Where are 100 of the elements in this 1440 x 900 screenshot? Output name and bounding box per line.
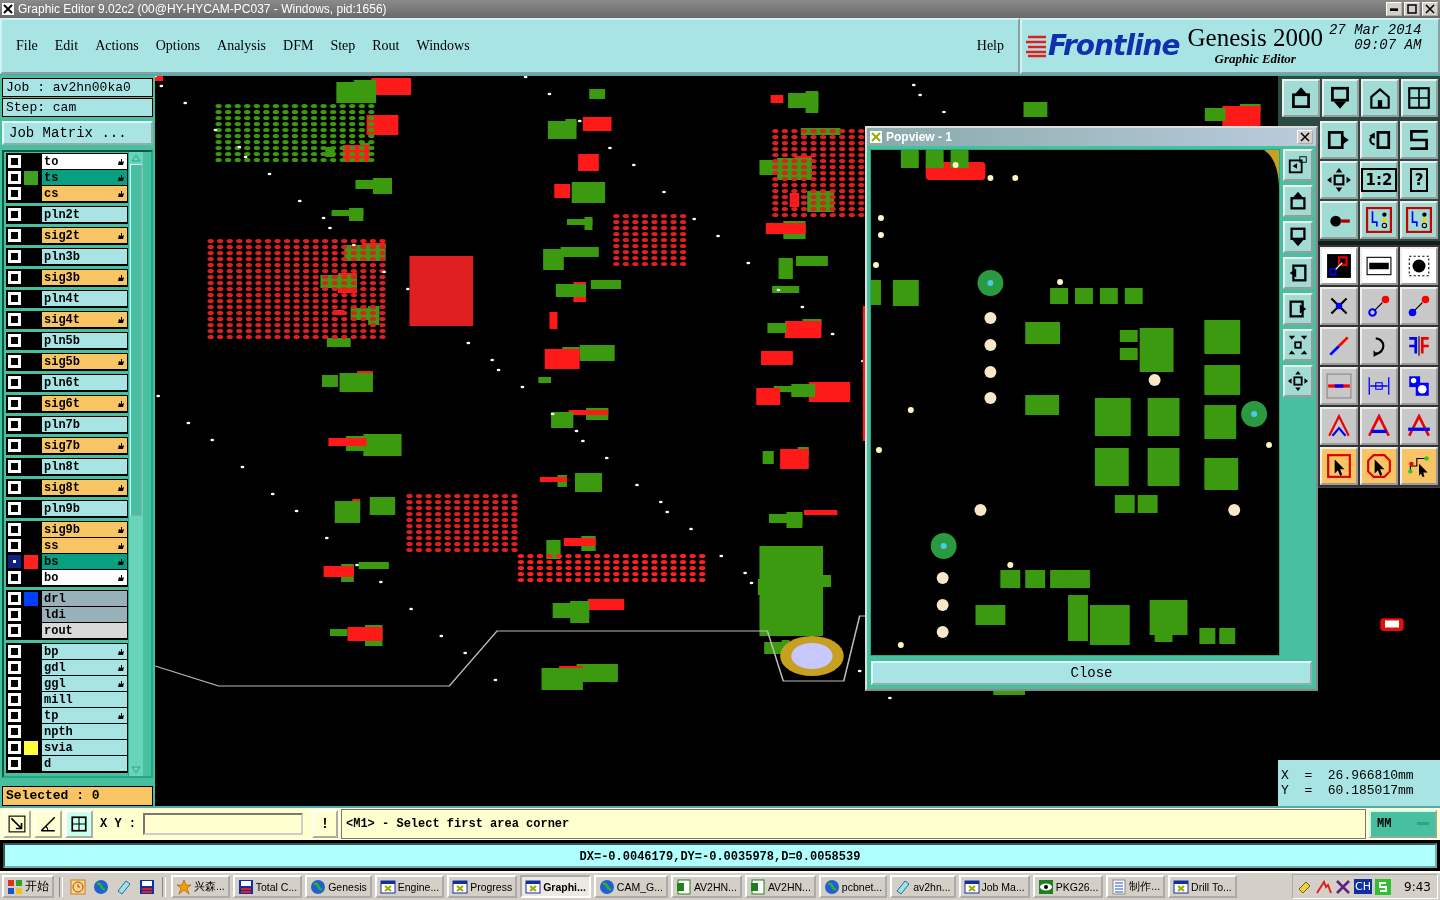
clock-icon[interactable] <box>70 878 86 895</box>
layer-name[interactable]: sig2t <box>42 228 127 244</box>
taskbar-button[interactable]: Engine... <box>374 875 445 899</box>
menu-item[interactable]: Analysis <box>217 37 267 54</box>
toolbar-button[interactable] <box>1320 446 1358 485</box>
layer-name[interactable]: pln3b <box>42 249 127 265</box>
layer-name[interactable]: ldi <box>42 607 127 623</box>
toolbar-button[interactable] <box>1360 366 1398 405</box>
layer-name[interactable]: ts <box>42 170 127 186</box>
toolbar-button[interactable]: 1:2 <box>1360 160 1398 199</box>
toolbar-button[interactable] <box>1283 256 1313 289</box>
toolbar-button[interactable] <box>1400 406 1438 445</box>
layer-name[interactable]: bo <box>42 570 127 586</box>
layer-name[interactable]: pln4t <box>42 291 127 307</box>
close-button[interactable] <box>1297 129 1313 144</box>
toolbar-button[interactable] <box>1400 200 1438 239</box>
taskbar-button[interactable]: PKG26... <box>1032 875 1104 899</box>
layer-name[interactable]: sig3b <box>42 270 127 286</box>
toolbar-button[interactable] <box>1283 328 1313 361</box>
taskbar-button[interactable]: pcbnet... <box>818 875 888 899</box>
layer-name[interactable]: sig7b <box>42 438 127 454</box>
layer-name[interactable]: sig6t <box>42 396 127 412</box>
coordinate-input[interactable] <box>143 813 303 836</box>
taskbar-button[interactable]: Job Ma... <box>958 875 1030 899</box>
toolbar-button[interactable] <box>1360 120 1398 159</box>
taskbar-button[interactable]: Total C... <box>232 875 303 899</box>
taskbar-button[interactable]: Graphi... <box>520 875 591 899</box>
menu-item[interactable]: File <box>16 37 38 54</box>
layer-name[interactable]: drl <box>42 591 127 607</box>
layer-name[interactable]: cs <box>42 186 127 202</box>
layer-name[interactable]: bp <box>42 644 127 660</box>
layer-name[interactable]: pln8t <box>42 459 127 475</box>
toolbar-button[interactable] <box>1320 406 1358 445</box>
toolbar-button[interactable] <box>1360 246 1398 285</box>
toolbar-button[interactable] <box>1283 292 1313 325</box>
layer-name[interactable]: sig9b <box>42 522 127 538</box>
layer-name[interactable]: pln5b <box>42 333 127 349</box>
taskbar-button[interactable]: AV2HN... <box>670 875 742 899</box>
toolbar-button[interactable] <box>1360 326 1398 365</box>
layer-name[interactable]: ss <box>42 538 127 554</box>
menu-item[interactable]: Options <box>155 37 201 54</box>
toolbar-button[interactable] <box>1400 78 1438 117</box>
toolbar-button[interactable] <box>1320 120 1358 159</box>
toolbar-button[interactable] <box>1321 78 1359 117</box>
layer-name[interactable]: rout <box>42 623 127 639</box>
layer-name[interactable]: d <box>42 756 127 772</box>
menu-item[interactable]: Rout <box>372 37 400 54</box>
start-button[interactable]: 开始 <box>2 875 54 899</box>
layer-name[interactable]: ggl <box>42 676 127 692</box>
toolbar-button[interactable] <box>1320 160 1358 199</box>
taskbar-button[interactable]: 制作... <box>1106 875 1166 899</box>
toolbar-button[interactable] <box>1360 406 1398 445</box>
close-button[interactable]: Close <box>871 660 1312 685</box>
layer-name[interactable]: npth <box>42 724 127 740</box>
layer-name[interactable]: sig5b <box>42 354 127 370</box>
taskbar-button[interactable]: 兴森... <box>171 875 230 899</box>
layer-name[interactable]: gdl <box>42 660 127 676</box>
layer-checkbox[interactable] <box>8 555 21 569</box>
layer-name[interactable]: sig8t <box>42 480 127 496</box>
toolbar-button[interactable] <box>1320 286 1358 325</box>
layer-name[interactable]: pln9b <box>42 501 127 517</box>
layer-name[interactable]: to <box>42 154 127 170</box>
toolbar-button[interactable] <box>1283 184 1313 217</box>
toolbar-button[interactable] <box>1283 364 1313 397</box>
toolbar-button[interactable] <box>1320 366 1358 405</box>
toolbar-button[interactable] <box>1360 200 1398 239</box>
peak-icon[interactable] <box>1316 878 1333 895</box>
toolbar-button[interactable] <box>1360 286 1398 325</box>
toolbar-button[interactable] <box>1400 446 1438 485</box>
job-matrix-button[interactable]: Job Matrix ... <box>2 120 153 145</box>
layer-name[interactable]: bs <box>42 554 127 570</box>
globe-icon[interactable] <box>93 878 109 895</box>
toolbar-button[interactable] <box>1320 326 1358 365</box>
layer-name[interactable]: tp <box>42 708 127 724</box>
language-indicator[interactable]: CH <box>1354 879 1373 895</box>
toolbar-button[interactable] <box>1400 120 1438 159</box>
toolbar-button[interactable] <box>1361 78 1399 117</box>
toolbar-button[interactable] <box>1320 200 1358 239</box>
toolbar-button[interactable] <box>1320 246 1358 285</box>
taskbar-button[interactable]: Drill To... <box>1168 875 1237 899</box>
menu-item[interactable]: DFM <box>283 37 314 54</box>
taskbar-button[interactable]: Genesis <box>305 875 372 899</box>
taskbar-button[interactable]: CAM_G... <box>593 875 668 899</box>
menu-item[interactable]: Help <box>976 37 1004 54</box>
toolbar-button[interactable] <box>1400 326 1438 365</box>
layer-name[interactable]: pln7b <box>42 417 127 433</box>
minimize-button[interactable] <box>1386 1 1402 16</box>
taskbar-button[interactable]: av2hn... <box>890 875 956 899</box>
notepad-icon[interactable] <box>116 878 132 895</box>
menu-item[interactable]: Step <box>330 37 356 54</box>
toolbar-button[interactable] <box>1283 148 1313 181</box>
toolbar-button[interactable] <box>1282 78 1320 117</box>
layer-name[interactable]: mill <box>42 692 127 708</box>
units-dropdown[interactable]: MM <box>1369 810 1437 839</box>
layer-name[interactable]: pln2t <box>42 207 127 223</box>
maximize-button[interactable] <box>1404 1 1420 16</box>
toolbar-button[interactable] <box>1400 246 1438 285</box>
cross-icon[interactable] <box>1335 878 1352 895</box>
toolbar-button[interactable] <box>1283 220 1313 253</box>
toolbar-button[interactable] <box>1400 286 1438 325</box>
